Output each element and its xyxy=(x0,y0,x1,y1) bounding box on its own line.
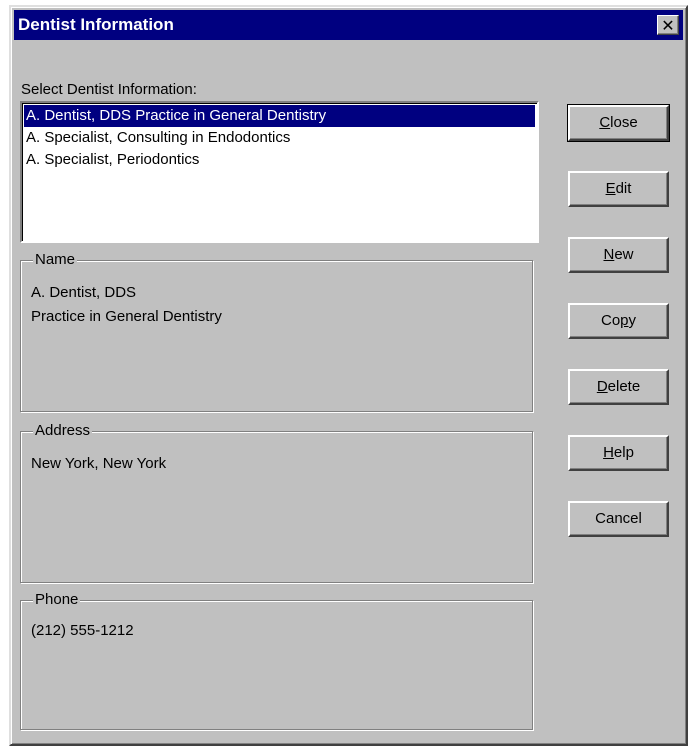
phone-group-title: Phone xyxy=(33,590,81,610)
delete-button-mnemonic: D xyxy=(596,378,608,395)
phone-groupbox: Phone (212) 555-1212 xyxy=(20,590,533,730)
copy-button-rest: y xyxy=(628,312,637,329)
new-button-rest: ew xyxy=(614,246,634,263)
address-text: New York, New York xyxy=(31,452,166,476)
edit-button[interactable]: Edit xyxy=(568,171,669,207)
phone-text: (212) 555-1212 xyxy=(31,619,134,643)
phone-line-1: (212) 555-1212 xyxy=(31,622,134,639)
cancel-button[interactable]: Cancel xyxy=(568,501,669,537)
help-button-rest: elp xyxy=(613,444,634,461)
copy-button-mnemonic: p xyxy=(620,312,629,329)
copy-button-pre: Co xyxy=(600,312,621,329)
title-bar: Dentist Information ✕ xyxy=(14,10,683,40)
name-line-2: Practice in General Dentistry xyxy=(31,308,222,325)
edit-button-rest: dit xyxy=(615,180,632,197)
close-button-rest: lose xyxy=(610,114,638,131)
delete-button[interactable]: Delete xyxy=(568,369,669,405)
help-button[interactable]: Help xyxy=(568,435,669,471)
name-line-1: A. Dentist, DDS xyxy=(31,284,137,301)
name-group-title: Name xyxy=(33,250,78,270)
window-title: Dentist Information xyxy=(18,15,174,34)
close-icon[interactable]: ✕ xyxy=(657,15,679,35)
name-text: A. Dentist, DDS Practice in General Dent… xyxy=(31,281,222,329)
delete-button-rest: elete xyxy=(607,378,641,395)
address-group-title: Address xyxy=(33,421,93,441)
close-button[interactable]: Close xyxy=(567,104,670,142)
list-item[interactable]: A. Specialist, Consulting in Endodontics xyxy=(24,127,535,149)
name-groupbox: Name A. Dentist, DDS Practice in General… xyxy=(20,250,533,412)
dentist-information-dialog: Dentist Information ✕ Select Dentist Inf… xyxy=(9,5,688,746)
new-button-mnemonic: N xyxy=(603,246,615,263)
close-button-mnemonic: C xyxy=(599,114,611,131)
dentist-listbox[interactable]: A. Dentist, DDS Practice in General Dent… xyxy=(20,101,539,243)
help-button-mnemonic: H xyxy=(603,444,614,461)
address-line-1: New York, New York xyxy=(31,455,167,472)
new-button[interactable]: New xyxy=(568,237,669,273)
select-dentist-label: Select Dentist Information: xyxy=(21,81,197,98)
list-item[interactable]: A. Specialist, Periodontics xyxy=(24,149,535,171)
address-groupbox: Address New York, New York xyxy=(20,421,533,583)
edit-button-mnemonic: E xyxy=(605,180,616,197)
list-item[interactable]: A. Dentist, DDS Practice in General Dent… xyxy=(24,105,535,127)
copy-button[interactable]: Copy xyxy=(568,303,669,339)
